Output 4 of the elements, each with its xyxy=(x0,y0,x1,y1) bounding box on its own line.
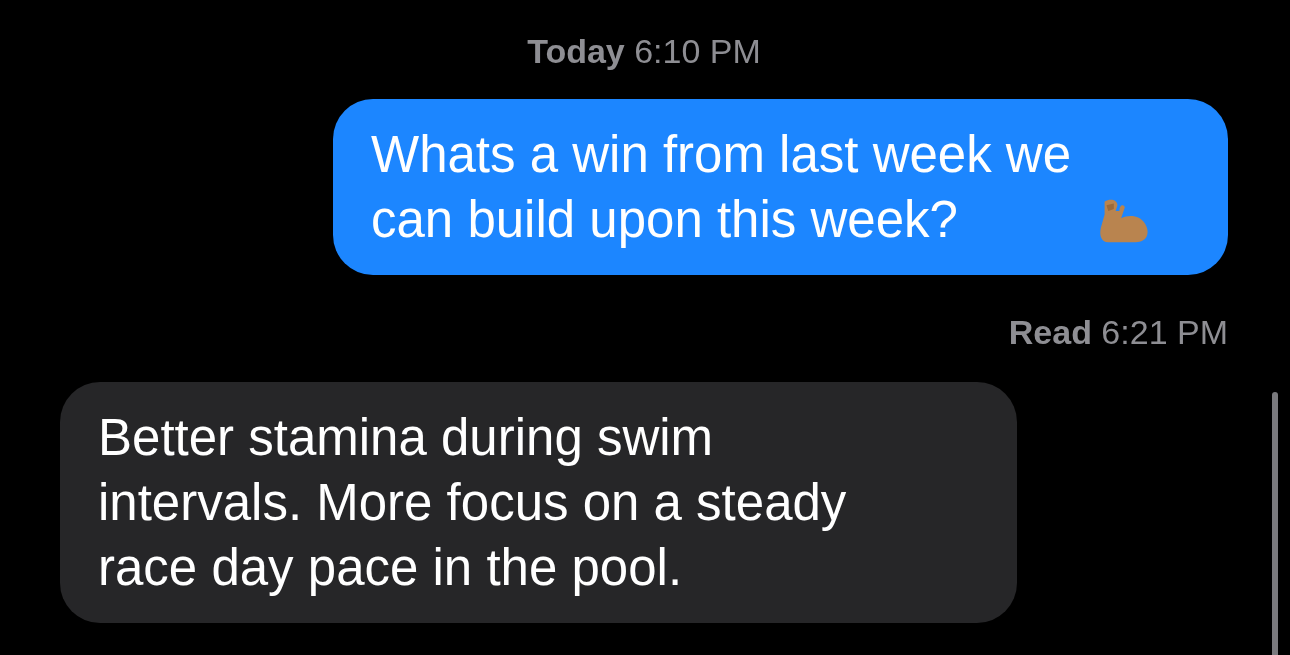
timestamp: Today 6:10 PM xyxy=(527,32,761,71)
read-receipt: Read 6:21 PM xyxy=(1008,313,1228,352)
message-text: Whats a win from last week we can build upon this week? xyxy=(371,125,1073,250)
message-text: Better stamina during swim intervals. More focus on a steady race day pace in the pool. xyxy=(98,408,848,598)
